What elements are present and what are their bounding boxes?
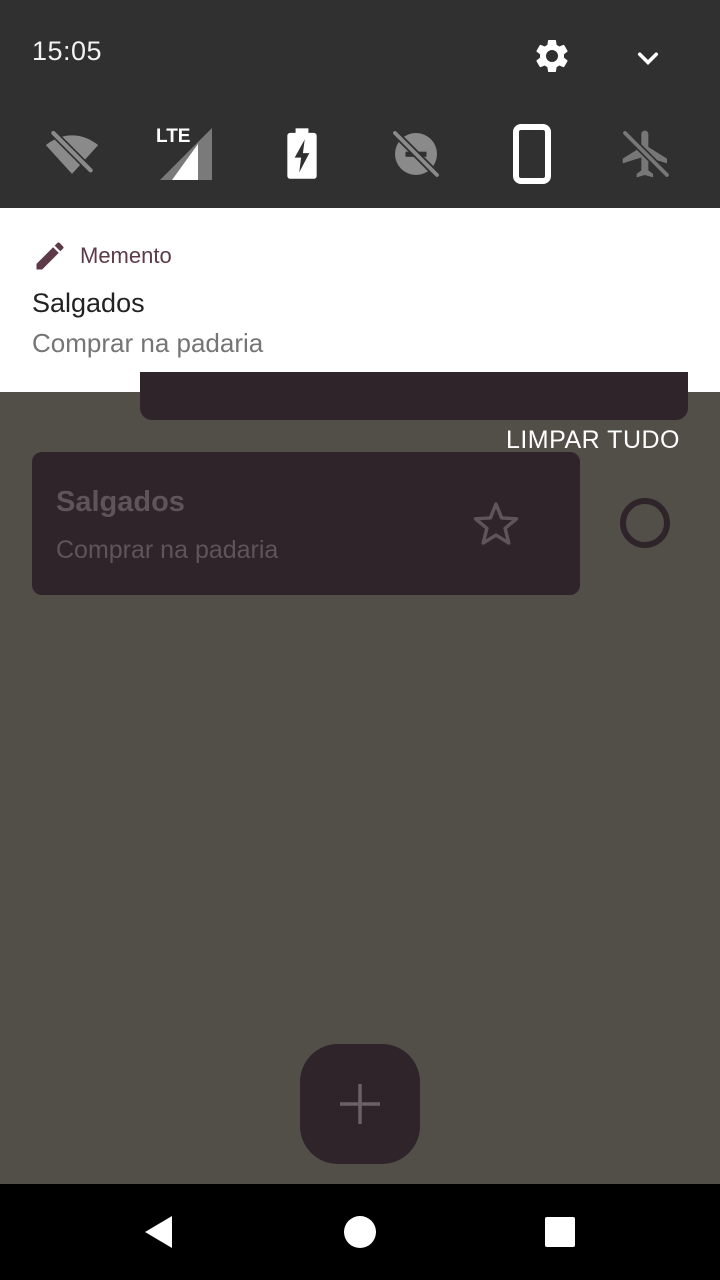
wifi-off-icon[interactable] <box>36 118 108 190</box>
pencil-icon <box>36 242 64 270</box>
notification-title: Salgados <box>32 288 145 318</box>
add-note-button[interactable] <box>300 1044 420 1164</box>
quick-settings-tiles: LTE <box>0 118 720 190</box>
notification-header: Memento <box>32 238 172 274</box>
back-icon[interactable] <box>112 1184 208 1280</box>
home-icon[interactable] <box>312 1184 408 1280</box>
note-text: Comprar na padaria <box>56 536 279 564</box>
battery-charging-icon[interactable] <box>266 118 338 190</box>
chevron-down-icon[interactable] <box>630 40 666 76</box>
screen-rotation-icon[interactable] <box>496 118 568 190</box>
note-card[interactable]: Salgados Comprar na padaria <box>32 452 580 595</box>
memento-notification[interactable]: Memento Salgados Comprar na padaria <box>0 208 720 392</box>
data-saver-icon[interactable] <box>380 118 452 190</box>
complete-toggle-icon[interactable] <box>618 496 672 550</box>
note-title: Salgados <box>56 486 185 518</box>
notification-app-name: Memento <box>80 243 172 268</box>
lte-signal-icon[interactable]: LTE <box>148 118 220 190</box>
notification-text: Comprar na padaria <box>32 328 264 358</box>
clear-all-button[interactable]: LIMPAR TUDO <box>506 426 680 455</box>
status-time: 15:05 <box>32 36 103 66</box>
note-card-partial[interactable] <box>140 372 688 420</box>
lte-label: LTE <box>156 126 190 147</box>
navigation-bar <box>0 1184 720 1280</box>
quick-settings-header: 15:05 LTE <box>0 0 720 208</box>
recents-icon[interactable] <box>512 1184 608 1280</box>
plus-icon <box>340 1084 380 1124</box>
star-icon[interactable] <box>470 498 522 550</box>
airplane-mode-icon[interactable] <box>610 118 682 190</box>
settings-gear-icon[interactable] <box>532 36 572 76</box>
